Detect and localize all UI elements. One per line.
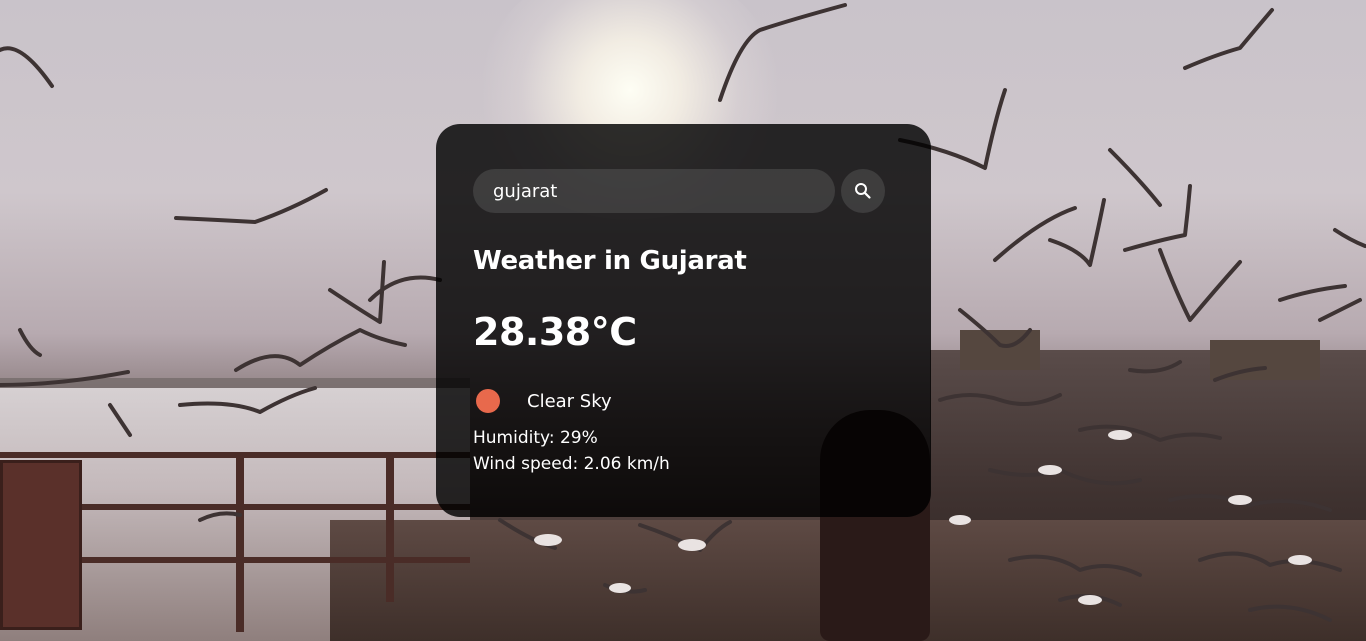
seagull: [609, 583, 631, 593]
seagull: [1078, 595, 1102, 605]
weather-condition: Clear Sky: [473, 386, 612, 416]
seagull: [234, 328, 407, 372]
seagull: [0, 46, 54, 88]
seagull: [1128, 360, 1182, 374]
weather-card: Weather in Gujarat 28.38°C Clear Sky Hum…: [436, 124, 931, 517]
seagull: [178, 386, 317, 414]
seagull: [1183, 8, 1274, 70]
seagull: [1008, 554, 1142, 577]
seagull: [198, 511, 242, 522]
seagull: [1108, 430, 1132, 440]
seagull: [1333, 228, 1366, 248]
seagull: [1248, 604, 1332, 622]
seagull: [1108, 148, 1162, 207]
seagull: [1288, 555, 1312, 565]
temperature: 28.38°C: [473, 310, 637, 354]
clear-sky-sun-icon: [473, 386, 503, 416]
seagull: [938, 393, 1062, 406]
seagull: [988, 468, 1142, 486]
seagull: [1198, 551, 1342, 572]
seagull: [1038, 465, 1062, 475]
seagull: [718, 3, 847, 102]
search-button[interactable]: [841, 169, 885, 213]
seagull: [174, 188, 328, 224]
seagull: [678, 539, 706, 551]
search-input[interactable]: [473, 169, 835, 213]
search-icon: [854, 182, 872, 200]
seagull: [1228, 495, 1252, 505]
seagull: [958, 308, 1032, 348]
wind-speed-readout: Wind speed: 2.06 km/h: [473, 454, 670, 474]
seagull: [1318, 298, 1362, 322]
seagull: [18, 328, 42, 357]
humidity-readout: Humidity: 29%: [473, 428, 598, 448]
city-heading: Weather in Gujarat: [473, 246, 747, 276]
seagull: [993, 206, 1077, 262]
seagull: [534, 534, 562, 546]
seagull: [108, 403, 132, 437]
weather-description: Clear Sky: [527, 390, 612, 412]
seagull: [1213, 366, 1267, 382]
seagull: [0, 370, 130, 387]
seagull: [1278, 284, 1347, 302]
seagull: [1123, 184, 1192, 252]
seagull: [949, 515, 971, 525]
seagull: [1158, 248, 1242, 322]
search-bar: [473, 169, 885, 213]
seagull: [1048, 198, 1106, 267]
seagull: [1078, 424, 1222, 442]
